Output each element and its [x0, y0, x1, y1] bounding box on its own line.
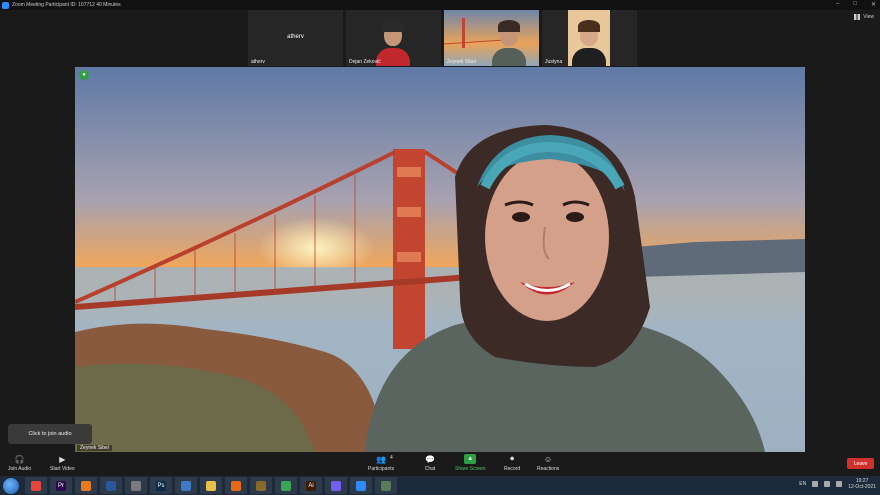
- leave-button[interactable]: Leave: [847, 458, 874, 469]
- firefox-icon: [231, 480, 241, 491]
- view-button[interactable]: View: [854, 14, 874, 20]
- chat-label: Chat: [424, 466, 436, 472]
- start-video-button[interactable]: ▶ Start Video: [50, 454, 75, 473]
- photoshop-icon: Ps: [156, 480, 166, 491]
- participant-name: Zeynek Sibel: [447, 59, 476, 65]
- zoom-app[interactable]: [350, 477, 372, 494]
- participant-video: [372, 10, 414, 66]
- chrome2-app[interactable]: [275, 477, 297, 494]
- reactions-button[interactable]: ☺ Reactions: [537, 454, 560, 473]
- os-taskbar: Pr Ps Ai EN 19:27 12-Oct-2021: [0, 476, 880, 495]
- participants-label: Participants: [368, 466, 395, 472]
- grid-icon: [854, 14, 861, 20]
- headphones-icon: 🎧: [14, 454, 25, 464]
- participant-video: [488, 10, 530, 66]
- word-icon: [106, 480, 116, 491]
- illustrator-icon: Ai: [306, 480, 316, 491]
- photo-app[interactable]: [375, 477, 397, 494]
- active-speaker-name: Zeynek Sibel: [77, 445, 112, 451]
- record-button[interactable]: ⏺ Record: [504, 454, 520, 472]
- chrome2-icon: [281, 480, 291, 491]
- window-titlebar: Zoom Meeting Participant ID: 107712 40 M…: [0, 0, 880, 10]
- minimize-button[interactable]: –: [836, 1, 839, 8]
- thumbnail-strip: atherv atherv Dejan Zeković Zeynek Sibel: [248, 10, 637, 66]
- close-button[interactable]: ✕: [871, 1, 876, 8]
- share-screen-button[interactable]: ▲ Share Screen: [455, 454, 486, 472]
- zoom-icon: [2, 1, 9, 9]
- zoom-icon: [356, 480, 366, 491]
- active-speaker-video: ● Zeynek Sibel: [75, 67, 805, 452]
- reactions-icon: ☺: [544, 454, 553, 464]
- volume-icon[interactable]: [824, 481, 831, 487]
- taskbar-apps: Pr Ps Ai: [25, 477, 400, 494]
- join-audio-tooltip[interactable]: Click to join audio: [8, 424, 92, 444]
- participant-tile-dejan[interactable]: Dejan Zeković: [346, 10, 441, 66]
- folder-icon: [206, 480, 216, 491]
- photoshop-app[interactable]: Ps: [150, 477, 172, 494]
- network-app[interactable]: [175, 477, 197, 494]
- golden-gate-background: [75, 67, 805, 452]
- participant-name: Dejan Zeković: [349, 59, 381, 65]
- start-video-label: Start Video: [50, 466, 75, 472]
- folder-app[interactable]: [200, 477, 222, 494]
- participants-count: 4: [390, 455, 393, 461]
- mic-on-icon: ●: [79, 70, 89, 80]
- premiere-app[interactable]: Pr: [50, 477, 72, 494]
- participant-tile-justyna[interactable]: Justyna: [542, 10, 637, 66]
- viber-app[interactable]: [325, 477, 347, 494]
- camera-off-icon: ▶: [59, 454, 66, 464]
- language-indicator[interactable]: EN: [799, 481, 806, 487]
- system-tray: EN 19:27 12-Oct-2021: [799, 478, 876, 490]
- chrome-app[interactable]: [25, 477, 47, 494]
- save-icon: [131, 480, 141, 491]
- chrome-icon: [31, 480, 41, 491]
- share-screen-label: Share Screen: [455, 466, 486, 472]
- maximize-button[interactable]: □: [853, 1, 857, 8]
- join-audio-button[interactable]: 🎧 Join Audio: [8, 454, 32, 473]
- join-audio-label: Join Audio: [8, 466, 32, 472]
- network-icon[interactable]: [812, 481, 819, 487]
- participant-video: [568, 10, 610, 66]
- record-label: Record: [504, 466, 521, 472]
- start-button[interactable]: [3, 477, 19, 494]
- chat-button[interactable]: 💬 Chat: [424, 454, 436, 473]
- firefox-app[interactable]: [225, 477, 247, 494]
- ms-app[interactable]: [75, 477, 97, 494]
- window-controls: – □ ✕: [836, 1, 876, 8]
- window-title: Zoom Meeting Participant ID: 107712 40 M…: [12, 2, 121, 8]
- record-icon: ⏺: [510, 454, 515, 463]
- chat-icon: 💬: [425, 454, 435, 464]
- participant-tile-zeynek[interactable]: Zeynek Sibel: [444, 10, 539, 66]
- participant-tile-atherv[interactable]: atherv atherv: [248, 10, 343, 66]
- network-icon: [181, 480, 191, 491]
- magic-app[interactable]: [250, 477, 272, 494]
- participant-name: Justyna: [545, 59, 563, 65]
- ms-icon: [81, 480, 91, 491]
- participants-icon: 👥: [376, 454, 387, 464]
- meeting-controls: 🎧 Join Audio ▶ Start Video 👥 Participant…: [0, 453, 880, 476]
- illustrator-app[interactable]: Ai: [300, 477, 322, 494]
- premiere-icon: Pr: [56, 480, 66, 491]
- clock-date: 12-Oct-2021: [848, 484, 876, 490]
- system-clock[interactable]: 19:27 12-Oct-2021: [848, 478, 876, 490]
- reactions-label: Reactions: [537, 466, 560, 472]
- view-label: View: [863, 14, 874, 20]
- participant-center-name: atherv: [287, 34, 304, 40]
- save-app[interactable]: [125, 477, 147, 494]
- photo-icon: [381, 480, 391, 491]
- word-app[interactable]: [100, 477, 122, 494]
- participant-name: atherv: [251, 59, 265, 65]
- notification-icon[interactable]: [836, 481, 843, 487]
- share-screen-icon: ▲: [464, 454, 477, 464]
- viber-icon: [331, 480, 341, 491]
- magic-icon: [256, 480, 266, 491]
